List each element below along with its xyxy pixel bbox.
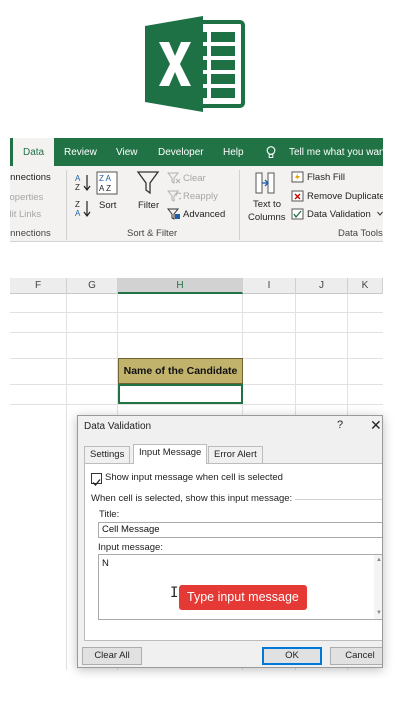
- gridline: [10, 404, 383, 405]
- input-message-text: N: [102, 558, 109, 569]
- advanced-button[interactable]: Advanced: [183, 209, 225, 220]
- connections-button[interactable]: Connections: [10, 172, 51, 183]
- reapply-button[interactable]: Reapply: [183, 191, 218, 202]
- close-icon[interactable]: ✕: [370, 417, 382, 434]
- candidate-name-header-cell[interactable]: Name of the Candidate: [118, 358, 243, 384]
- sort-button[interactable]: Sort: [99, 200, 116, 211]
- annotation-label: Type input message: [179, 585, 307, 610]
- data-validation-icon[interactable]: [291, 208, 304, 220]
- title-label: Title:: [99, 509, 120, 520]
- sort-filter-group-label: Sort & Filter: [127, 228, 178, 239]
- tab-data[interactable]: Data: [13, 138, 55, 166]
- gridline: [66, 294, 67, 670]
- svg-text:A Z: A Z: [99, 184, 111, 193]
- svg-text:A: A: [75, 174, 81, 183]
- data-tools-group-label: Data Tools: [338, 228, 383, 239]
- text-to-columns-icon[interactable]: [254, 171, 276, 195]
- gridline: [10, 312, 383, 313]
- svg-text:Z: Z: [75, 200, 80, 209]
- remove-duplicates-icon[interactable]: [291, 190, 304, 202]
- connections-group-label: Connections: [10, 228, 51, 239]
- textarea-scrollbar[interactable]: ▲ ▼: [374, 555, 382, 619]
- column-header-i[interactable]: I: [243, 278, 296, 294]
- sort-dialog-icon[interactable]: Z A A Z: [96, 171, 118, 195]
- active-cell[interactable]: [118, 384, 243, 404]
- column-header-j[interactable]: J: [296, 278, 348, 294]
- text-cursor-icon: I: [170, 585, 179, 601]
- column-header-row: F G H I J K: [10, 278, 383, 294]
- tell-me-search[interactable]: Tell me what you want: [289, 138, 387, 166]
- show-message-checkbox[interactable]: [91, 473, 102, 486]
- gridline: [10, 332, 383, 333]
- column-header-h[interactable]: H: [118, 278, 243, 294]
- tab-review[interactable]: Review: [64, 138, 97, 166]
- reapply-icon[interactable]: [167, 190, 181, 202]
- title-input[interactable]: Cell Message: [98, 522, 382, 538]
- data-validation-button[interactable]: Data Validation: [307, 209, 371, 220]
- tab-help[interactable]: Help: [223, 138, 244, 166]
- show-message-label[interactable]: Show input message when cell is selected: [105, 472, 283, 483]
- text-to-columns-label-1[interactable]: Text to: [253, 199, 281, 210]
- filter-button[interactable]: Filter: [138, 200, 159, 211]
- flash-fill-button[interactable]: Flash Fill: [307, 172, 345, 183]
- chevron-down-icon[interactable]: [377, 211, 383, 216]
- remove-duplicates-button[interactable]: Remove Duplicates: [307, 191, 383, 202]
- tab-view[interactable]: View: [116, 138, 138, 166]
- input-message-label: Input message:: [98, 542, 163, 553]
- group-divider: [66, 170, 67, 240]
- help-button[interactable]: ?: [337, 419, 343, 431]
- svg-text:A: A: [75, 209, 81, 218]
- dialog-title: Data Validation: [84, 421, 152, 432]
- column-header-g[interactable]: G: [67, 278, 118, 294]
- ribbon-data-panel: Connections Properties Edit Links Connec…: [10, 166, 383, 242]
- input-message-panel: Show input message when cell is selected…: [84, 463, 382, 641]
- svg-text:Z: Z: [75, 183, 80, 192]
- clear-button[interactable]: Clear: [183, 173, 206, 184]
- svg-text:Z A: Z A: [99, 174, 112, 183]
- lightbulb-icon: [266, 146, 276, 158]
- clear-all-button[interactable]: Clear All: [82, 647, 142, 665]
- edit-links-button[interactable]: Edit Links: [10, 209, 41, 220]
- tab-settings[interactable]: Settings: [84, 446, 131, 463]
- tab-error-alert[interactable]: Error Alert: [208, 446, 263, 463]
- scroll-up-icon[interactable]: ▲: [376, 557, 382, 563]
- data-validation-dialog: Data Validation ? ✕ Settings Input Messa…: [77, 415, 383, 668]
- properties-button[interactable]: Properties: [10, 192, 43, 203]
- group-separator: [295, 499, 382, 500]
- excel-logo-icon: [145, 16, 245, 112]
- ribbon-tab-bar: Data Review View Developer Help Tell me …: [10, 138, 387, 166]
- advanced-filter-icon[interactable]: [167, 208, 181, 220]
- cancel-button[interactable]: Cancel: [330, 647, 382, 665]
- text-to-columns-label-2[interactable]: Columns: [248, 212, 286, 223]
- checkmark-icon: [92, 479, 101, 486]
- flash-fill-icon[interactable]: [291, 171, 304, 183]
- group-divider: [239, 170, 240, 240]
- clear-filter-icon[interactable]: [167, 172, 181, 184]
- filter-funnel-icon[interactable]: [136, 170, 160, 196]
- tab-developer[interactable]: Developer: [158, 138, 204, 166]
- scroll-down-icon[interactable]: ▼: [376, 610, 382, 616]
- when-selected-label: When cell is selected, show this input m…: [91, 493, 293, 504]
- column-header-f[interactable]: F: [10, 278, 67, 294]
- sort-az-icon[interactable]: A Z: [74, 172, 92, 192]
- column-header-k[interactable]: K: [348, 278, 383, 294]
- sort-za-icon[interactable]: Z A: [74, 198, 92, 218]
- ok-button[interactable]: OK: [262, 647, 322, 665]
- tab-input-message[interactable]: Input Message: [133, 444, 208, 464]
